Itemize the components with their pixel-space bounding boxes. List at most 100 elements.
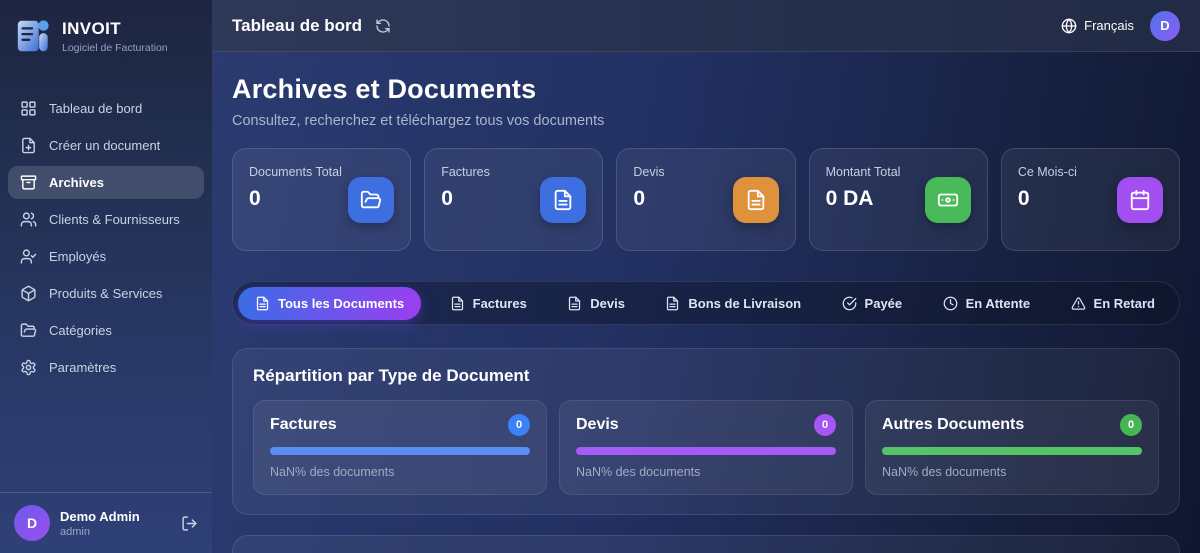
distribution-label: Devis [576,416,619,433]
folder-icon [20,322,37,339]
check-circle-icon [842,296,857,311]
sidebar: INVOIT Logiciel de Facturation Tableau d… [0,0,212,553]
gear-icon [20,359,37,376]
progress-bar [576,447,836,455]
tab-factures[interactable]: Factures [438,287,539,320]
alert-triangle-icon [1071,296,1086,311]
stat-card-devis: Devis 0 [616,148,796,251]
count-badge: 0 [814,414,836,436]
tab-bons-de-livraison[interactable]: Bons de Livraison [653,287,813,320]
tab-label: Payée [864,295,903,311]
topbar-avatar[interactable]: D [1150,10,1180,41]
logout-icon [181,515,198,532]
sidebar-item-label: Paramètres [49,360,117,375]
distribution-card-factures: Factures 0 NaN% des documents [253,400,547,495]
sidebar-item-categories[interactable]: Catégories [8,314,204,347]
archive-icon [20,174,37,191]
stat-label: Montant Total [825,165,901,179]
distribution-card-autres: Autres Documents 0 NaN% des documents [865,400,1159,495]
app-logo: INVOIT Logiciel de Facturation [0,0,212,65]
tab-label: Bons de Livraison [688,295,802,311]
tab-label: En Retard [1093,295,1155,311]
distribution-label: Autres Documents [882,416,1025,433]
tab-label: Tous les Documents [278,295,405,311]
folder-open-icon [348,176,395,223]
sidebar-user-panel: D Demo Admin admin [0,492,212,553]
percent-note: NaN% des documents [882,465,1007,479]
sidebar-item-label: Tableau de bord [49,101,143,116]
sidebar-item-clients[interactable]: Clients & Fournisseurs [8,203,204,236]
sidebar-item-products[interactable]: Produits & Services [8,277,204,310]
tab-en-retard[interactable]: En Retard [1059,287,1167,320]
tab-payee[interactable]: Payée [830,287,915,320]
stat-card-factures: Factures 0 [424,148,604,251]
content: Archives et Documents Consultez, recherc… [212,52,1200,553]
distribution-row: Factures 0 NaN% des documents Devis 0 Na… [253,400,1159,495]
percent-note: NaN% des documents [270,465,395,479]
clock-icon [943,296,958,311]
sidebar-item-label: Archives [49,175,104,190]
filter-tabs-bar: Tous les Documents Factures Devis Bons d… [232,281,1180,325]
sidebar-item-create-document[interactable]: Créer un document [8,129,204,162]
stat-label: Ce Mois-ci [1017,165,1077,179]
stat-card-ce-mois: Ce Mois-ci 0 [1000,148,1181,251]
user-role: admin [60,525,90,538]
package-icon [20,285,37,302]
stats-row: Documents Total 0 Factures 0 Devis 0 Mon… [232,148,1181,251]
users-icon [20,211,37,228]
tab-label: Devis [590,295,625,311]
distribution-title: Répartition par Type de Document [253,366,530,385]
count-badge: 0 [1120,414,1142,436]
tab-label: Factures [472,295,527,311]
sidebar-nav: Tableau de bord Créer un document Archiv… [0,92,212,492]
user-avatar: D [14,505,50,541]
tab-en-attente[interactable]: En Attente [931,287,1043,320]
tab-tous-les-documents[interactable]: Tous les Documents [238,286,422,320]
sidebar-item-employees[interactable]: Employés [8,240,204,273]
language-selector[interactable]: Français [1061,18,1134,34]
percent-note: NaN% des documents [576,465,701,479]
next-section-partial [232,535,1180,553]
invoice-logo-icon [14,15,52,57]
refresh-icon [375,18,391,34]
topbar-title: Tableau de bord [232,15,363,35]
progress-bar [270,447,530,455]
file-text-icon [567,296,582,311]
tab-devis[interactable]: Devis [555,287,637,320]
app-tagline: Logiciel de Facturation [62,41,168,54]
distribution-label: Factures [270,416,337,433]
sidebar-item-label: Employés [49,249,107,264]
stat-label: Factures [441,165,490,179]
sidebar-item-label: Créer un document [49,138,161,153]
sidebar-item-dashboard[interactable]: Tableau de bord [8,92,204,125]
refresh-button[interactable] [375,18,391,34]
stat-label: Devis [633,165,665,179]
progress-bar [882,447,1142,455]
stat-card-montant-total: Montant Total 0 DA [808,148,988,251]
stat-card-documents-total: Documents Total 0 [232,148,412,251]
user-name: Demo Admin [60,508,140,524]
app-name: INVOIT [62,18,122,38]
logout-button[interactable] [181,515,198,532]
sidebar-item-archives[interactable]: Archives [8,166,204,199]
dashboard-icon [20,100,37,117]
file-text-icon [665,296,680,311]
file-plus-icon [20,137,37,154]
file-text-icon [732,176,779,223]
sidebar-item-settings[interactable]: Paramètres [8,351,204,384]
calendar-icon [1117,176,1164,223]
topbar: Tableau de bord Français D [212,0,1200,52]
tab-label: En Attente [965,295,1031,311]
banknote-icon [924,176,971,223]
page-subtitle: Consultez, recherchez et téléchargez tou… [232,113,605,129]
user-check-icon [20,248,37,265]
sidebar-item-label: Clients & Fournisseurs [49,212,180,227]
distribution-section: Répartition par Type de Document Facture… [232,348,1180,515]
sidebar-item-label: Produits & Services [49,286,163,301]
page-title: Archives et Documents [232,74,537,104]
file-text-icon [450,296,465,311]
stat-label: Documents Total [249,165,342,179]
main-area: Tableau de bord Français D Archives et D… [212,0,1200,553]
sidebar-item-label: Catégories [49,323,112,338]
file-text-icon [255,296,270,311]
